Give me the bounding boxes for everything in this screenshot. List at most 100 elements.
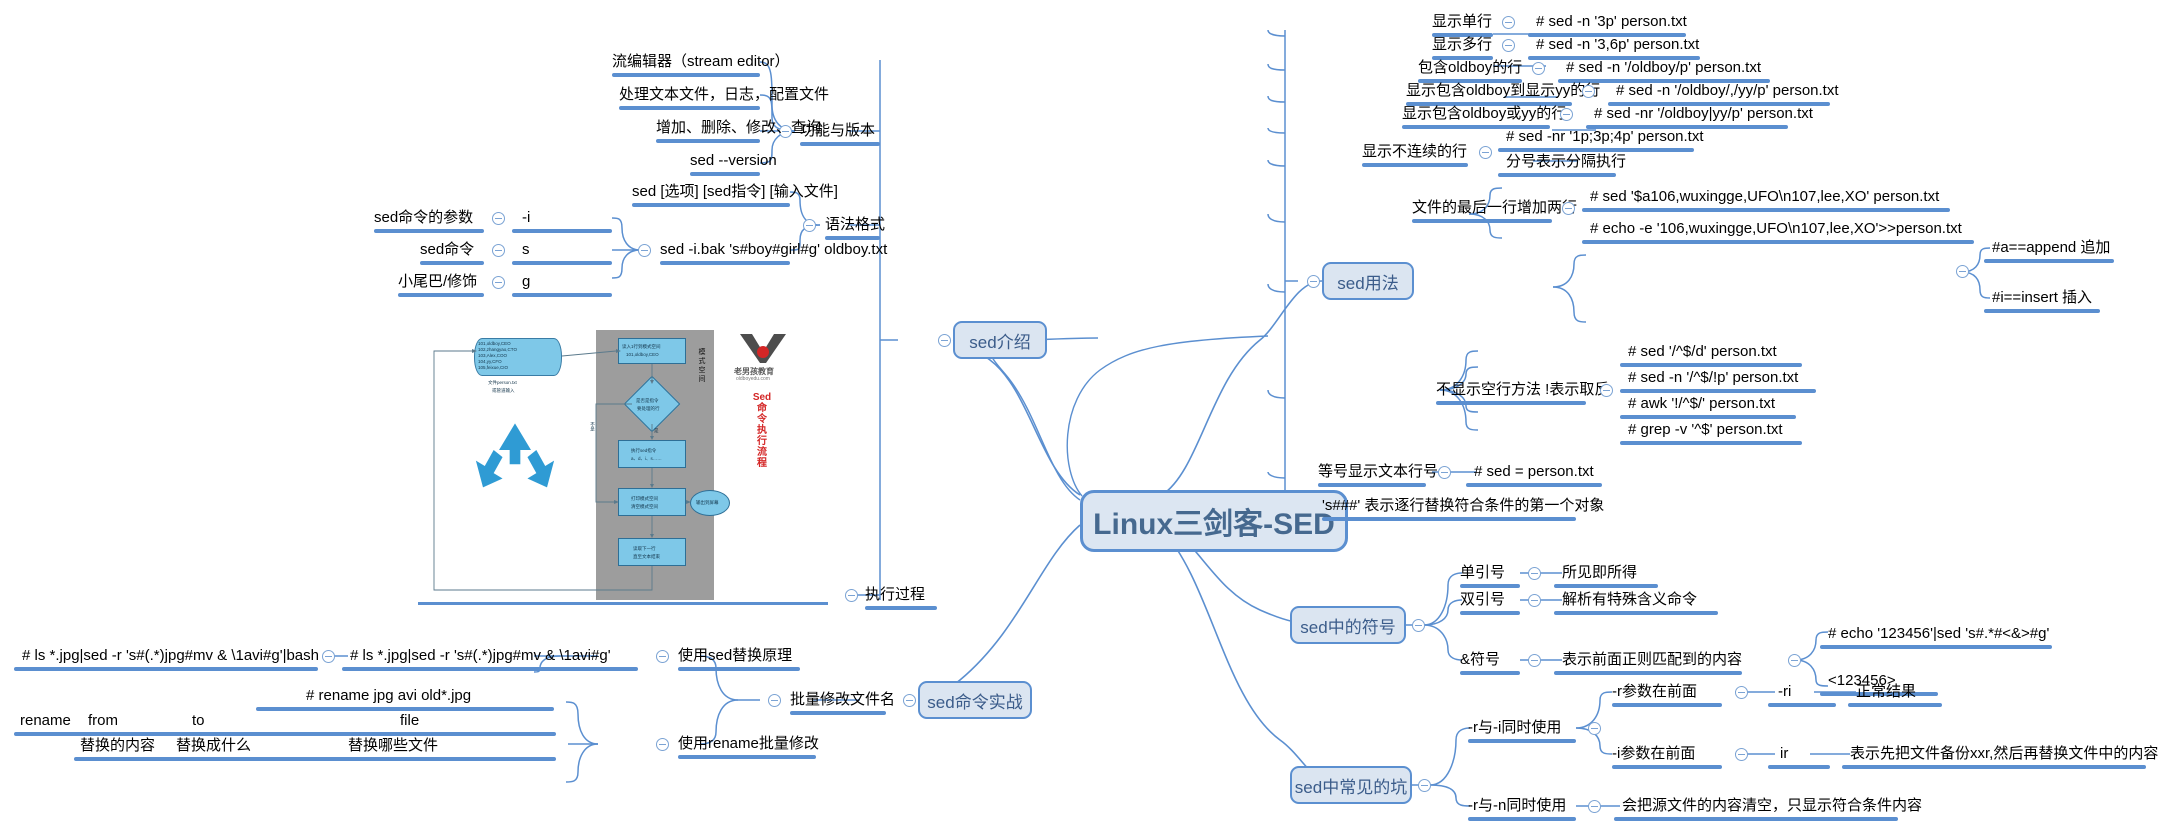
node-feature-3[interactable]: sed --version <box>690 152 777 172</box>
usage-collapse-5[interactable] <box>1479 146 1492 159</box>
pitfall-sub-0-1-label[interactable]: -i参数在前面 <box>1612 745 1695 765</box>
root-node[interactable]: Linux三剑客-SED <box>1080 490 1348 552</box>
node-syntax-label[interactable]: 语法格式 <box>825 216 885 236</box>
node-example-part-0-value[interactable]: -i <box>522 209 530 229</box>
pitfall-collapse-1[interactable] <box>1588 800 1601 813</box>
symbol-item-1-desc[interactable]: 解析有特殊含义命令 <box>1562 591 1697 611</box>
usage-collapse-7[interactable] <box>1600 384 1613 397</box>
branch-sed-practice[interactable]: sed命令实战 <box>918 681 1032 719</box>
usage-collapse-6[interactable] <box>1562 202 1575 215</box>
collapse-sed-intro[interactable] <box>938 334 951 347</box>
rename-table-cell-1-1[interactable]: 替换的内容 <box>80 737 155 757</box>
node-example-part-1-value[interactable]: s <box>522 241 530 261</box>
usage-item-6-cmd-0[interactable]: # sed '$a106,wuxingge,UFO\n107,lee,XO' p… <box>1590 188 1939 208</box>
node-feature-2[interactable]: 增加、删除、修改、查询 <box>656 119 821 139</box>
usage-collapse-6-notes[interactable] <box>1956 265 1969 278</box>
node-syntax-format[interactable]: sed [选项] [sed指令] [输入文件] <box>632 183 838 203</box>
pitfall-sub-0-0-desc[interactable]: 正常结果 <box>1856 683 1916 703</box>
node-example-part-1-name[interactable]: sed命令 <box>420 241 474 261</box>
branch-sed-symbols[interactable]: sed中的符号 <box>1290 606 1406 644</box>
collapse-sed-symbols[interactable] <box>1412 619 1425 632</box>
usage-item-7-cmd-2[interactable]: # awk '!/^$/' person.txt <box>1628 395 1775 415</box>
node-example-part-2-name[interactable]: 小尾巴/修饰 <box>398 273 477 293</box>
usage-collapse-0[interactable] <box>1502 16 1515 29</box>
usage-item-7-cmd-1[interactable]: # sed -n '/^$/!p' person.txt <box>1628 369 1798 389</box>
pitfall-sub-collapse-0-1[interactable] <box>1735 748 1748 761</box>
collapse-sed-pitfalls[interactable] <box>1418 779 1431 792</box>
usage-item-8-cmd-0[interactable]: # sed = person.txt <box>1474 463 1594 483</box>
practice-collapse-item-0[interactable] <box>656 650 669 663</box>
practice-item-1-cmd-0[interactable]: # rename jpg avi old*.jpg <box>306 687 471 707</box>
collapse-sed-usage[interactable] <box>1307 275 1320 288</box>
pitfall-sub-0-0-flag[interactable]: -ri <box>1778 683 1791 703</box>
usage-item-4-label[interactable]: 显示包含oldboy或yy的行 <box>1402 105 1566 125</box>
practice-collapse-batch-rename[interactable] <box>768 694 781 707</box>
rename-table-cell-0-2[interactable]: to <box>192 712 205 732</box>
symbol-collapse-1[interactable] <box>1528 594 1541 607</box>
usage-item-2-label[interactable]: 包含oldboy的行 <box>1418 59 1522 79</box>
node-feature-1[interactable]: 处理文本文件，日志，配置文件 <box>619 86 829 106</box>
usage-collapse-8[interactable] <box>1438 466 1451 479</box>
symbol-item-1-label[interactable]: 双引号 <box>1460 591 1505 611</box>
pitfall-sub-0-0-label[interactable]: -r参数在前面 <box>1612 683 1697 703</box>
pitfall-item-1-desc[interactable]: 会把源文件的内容清空，只显示符合条件内容 <box>1622 797 1922 817</box>
rename-table-cell-1-2[interactable]: 替换成什么 <box>176 737 251 757</box>
symbol-collapse-0[interactable] <box>1528 567 1541 580</box>
branch-sed-pitfalls[interactable]: sed中常见的坑 <box>1290 766 1412 804</box>
usage-item-0-label[interactable]: 显示单行 <box>1432 13 1492 33</box>
pitfall-item-1-label[interactable]: -r与-n同时使用 <box>1468 797 1566 817</box>
usage-collapse-2[interactable] <box>1532 62 1545 75</box>
practice-collapse-cmd-0-0[interactable] <box>322 650 335 663</box>
usage-item-2-cmd-0[interactable]: # sed -n '/oldboy/p' person.txt <box>1566 59 1761 79</box>
branch-sed-intro[interactable]: sed介绍 <box>953 321 1047 359</box>
collapse-process[interactable] <box>845 589 858 602</box>
rename-table-cell-1-3[interactable]: 替换哪些文件 <box>348 737 438 757</box>
collapse-sed-practice[interactable] <box>903 694 916 707</box>
usage-collapse-1[interactable] <box>1502 39 1515 52</box>
usage-item-3-label[interactable]: 显示包含oldboy到显示yy的行 <box>1406 82 1600 102</box>
node-process-label[interactable]: 执行过程 <box>865 586 925 606</box>
usage-item-0-cmd-0[interactable]: # sed -n '3p' person.txt <box>1536 13 1687 33</box>
usage-item-5-label[interactable]: 显示不连续的行 <box>1362 143 1467 163</box>
usage-collapse-4[interactable] <box>1560 108 1573 121</box>
symbol-item-2-label[interactable]: &符号 <box>1460 651 1500 671</box>
usage-item-6-label[interactable]: 文件的最后一行增加两行 <box>1412 199 1577 219</box>
collapse-syntax-example[interactable] <box>638 244 651 257</box>
collapse-example-part-2[interactable] <box>492 276 505 289</box>
collapse-example-part-1[interactable] <box>492 244 505 257</box>
node-example-part-2-value[interactable]: g <box>522 273 530 293</box>
collapse-example-part-0[interactable] <box>492 212 505 225</box>
usage-item-7-cmd-0[interactable]: # sed '/^$/d' person.txt <box>1628 343 1777 363</box>
usage-item-1-cmd-0[interactable]: # sed -n '3,6p' person.txt <box>1536 36 1699 56</box>
pitfall-sub-collapse-0-0[interactable] <box>1735 686 1748 699</box>
usage-item-7-cmd-3[interactable]: # grep -v '^$' person.txt <box>1628 421 1783 441</box>
practice-item-0-label[interactable]: 使用sed替换原理 <box>678 647 792 667</box>
rename-table-cell-0-0[interactable]: rename <box>20 712 71 732</box>
practice-collapse-item-1[interactable] <box>656 738 669 751</box>
usage-item-3-cmd-0[interactable]: # sed -n '/oldboy/,/yy/p' person.txt <box>1616 82 1839 102</box>
branch-sed-usage[interactable]: sed用法 <box>1322 262 1414 300</box>
usage-item-6-note-0[interactable]: #a==append 追加 <box>1992 239 2110 259</box>
symbol-collapse-2-cmds[interactable] <box>1788 654 1801 667</box>
usage-item-1-label[interactable]: 显示多行 <box>1432 36 1492 56</box>
practice-item-1-label[interactable]: 使用rename批量修改 <box>678 735 819 755</box>
usage-item-6-note-1[interactable]: #i==insert 插入 <box>1992 289 2092 309</box>
usage-item-5-cmd-0[interactable]: # sed -nr '1p;3p;4p' person.txt <box>1506 128 1704 148</box>
node-syntax-example[interactable]: sed -i.bak 's#boy#girl#g' oldboy.txt <box>660 241 887 261</box>
pitfall-item-0-label[interactable]: -r与-i同时使用 <box>1468 719 1561 739</box>
rename-table-cell-0-1[interactable]: from <box>88 712 118 732</box>
symbol-item-0-label[interactable]: 单引号 <box>1460 564 1505 584</box>
pitfall-sub-0-1-flag[interactable]: ir <box>1780 745 1788 765</box>
symbol-collapse-2[interactable] <box>1528 654 1541 667</box>
rename-table-cell-0-3[interactable]: file <box>400 712 419 732</box>
symbol-item-2-desc[interactable]: 表示前面正则匹配到的内容 <box>1562 651 1742 671</box>
usage-item-7-label[interactable]: 不显示空行方法 !表示取反 <box>1436 381 1609 401</box>
collapse-syntax[interactable] <box>803 219 816 232</box>
node-feature-0[interactable]: 流编辑器（stream editor） <box>612 53 790 73</box>
symbol-item-2-cmd-0[interactable]: # echo '123456'|sed 's#.*#<&>#g' <box>1828 625 2049 645</box>
usage-item-5-cmd-1[interactable]: 分号表示分隔执行 <box>1506 153 1626 173</box>
usage-collapse-3[interactable] <box>1582 85 1595 98</box>
symbol-item-0-desc[interactable]: 所见即所得 <box>1562 564 1637 584</box>
practice-item-0-cmd-1[interactable]: # ls *.jpg|sed -r 's#(.*)jpg#mv & \1avi#… <box>22 647 319 667</box>
usage-item-9-label[interactable]: 's###' 表示逐行替换符合条件的第一个对象 <box>1322 497 1604 517</box>
